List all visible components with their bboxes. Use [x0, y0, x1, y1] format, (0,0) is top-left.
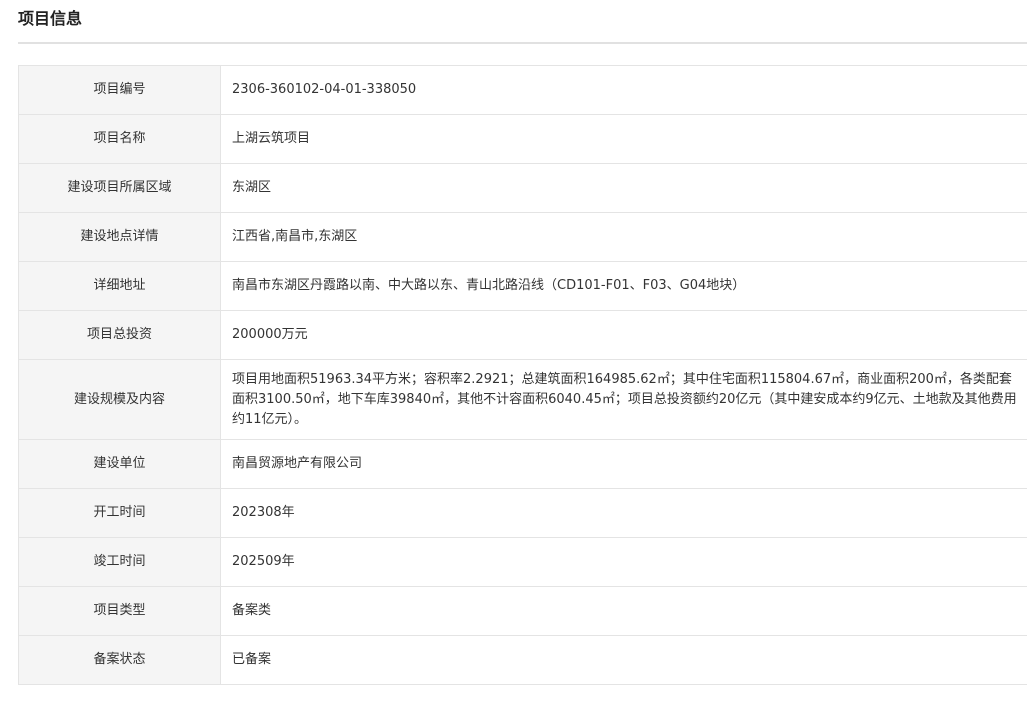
section-header: 项目信息 [18, 0, 1027, 44]
completion-date-value: 202509年 [220, 537, 1027, 587]
address-value: 南昌市东湖区丹霞路以南、中大路以东、青山北路沿线（CD101-F01、F03、G… [220, 261, 1027, 311]
table-row-project-number: 项目编号 2306-360102-04-01-338050 [18, 65, 1027, 115]
table-row-scale-content: 建设规模及内容 项目用地面积51963.34平方米；容积率2.2921；总建筑面… [18, 359, 1027, 440]
table-row-region: 建设项目所属区域 东湖区 [18, 163, 1027, 213]
table-row-address: 详细地址 南昌市东湖区丹霞路以南、中大路以东、青山北路沿线（CD101-F01、… [18, 261, 1027, 311]
project-name-label: 项目名称 [18, 114, 221, 164]
table-row-developer: 建设单位 南昌贸源地产有限公司 [18, 439, 1027, 489]
project-number-value: 2306-360102-04-01-338050 [220, 65, 1027, 115]
region-label: 建设项目所属区域 [18, 163, 221, 213]
table-row-start-date: 开工时间 202308年 [18, 488, 1027, 538]
filing-status-value: 已备案 [220, 635, 1027, 685]
start-date-label: 开工时间 [18, 488, 221, 538]
total-investment-value: 200000万元 [220, 310, 1027, 360]
table-row-location-detail: 建设地点详情 江西省,南昌市,东湖区 [18, 212, 1027, 262]
developer-value: 南昌贸源地产有限公司 [220, 439, 1027, 489]
project-type-label: 项目类型 [18, 586, 221, 636]
location-detail-value: 江西省,南昌市,东湖区 [220, 212, 1027, 262]
project-info-table: 项目编号 2306-360102-04-01-338050 项目名称 上湖云筑项… [18, 65, 1027, 685]
table-row-filing-status: 备案状态 已备案 [18, 635, 1027, 685]
table-row-completion-date: 竣工时间 202509年 [18, 537, 1027, 587]
completion-date-label: 竣工时间 [18, 537, 221, 587]
total-investment-label: 项目总投资 [18, 310, 221, 360]
developer-label: 建设单位 [18, 439, 221, 489]
region-value: 东湖区 [220, 163, 1027, 213]
location-detail-label: 建设地点详情 [18, 212, 221, 262]
filing-status-label: 备案状态 [18, 635, 221, 685]
section-title: 项目信息 [18, 9, 83, 28]
project-name-value: 上湖云筑项目 [220, 114, 1027, 164]
scale-content-value: 项目用地面积51963.34平方米；容积率2.2921；总建筑面积164985.… [220, 359, 1027, 440]
table-row-project-type: 项目类型 备案类 [18, 586, 1027, 636]
table-row-total-investment: 项目总投资 200000万元 [18, 310, 1027, 360]
scale-content-label: 建设规模及内容 [18, 359, 221, 440]
project-type-value: 备案类 [220, 586, 1027, 636]
table-row-project-name: 项目名称 上湖云筑项目 [18, 114, 1027, 164]
start-date-value: 202308年 [220, 488, 1027, 538]
project-number-label: 项目编号 [18, 65, 221, 115]
address-label: 详细地址 [18, 261, 221, 311]
